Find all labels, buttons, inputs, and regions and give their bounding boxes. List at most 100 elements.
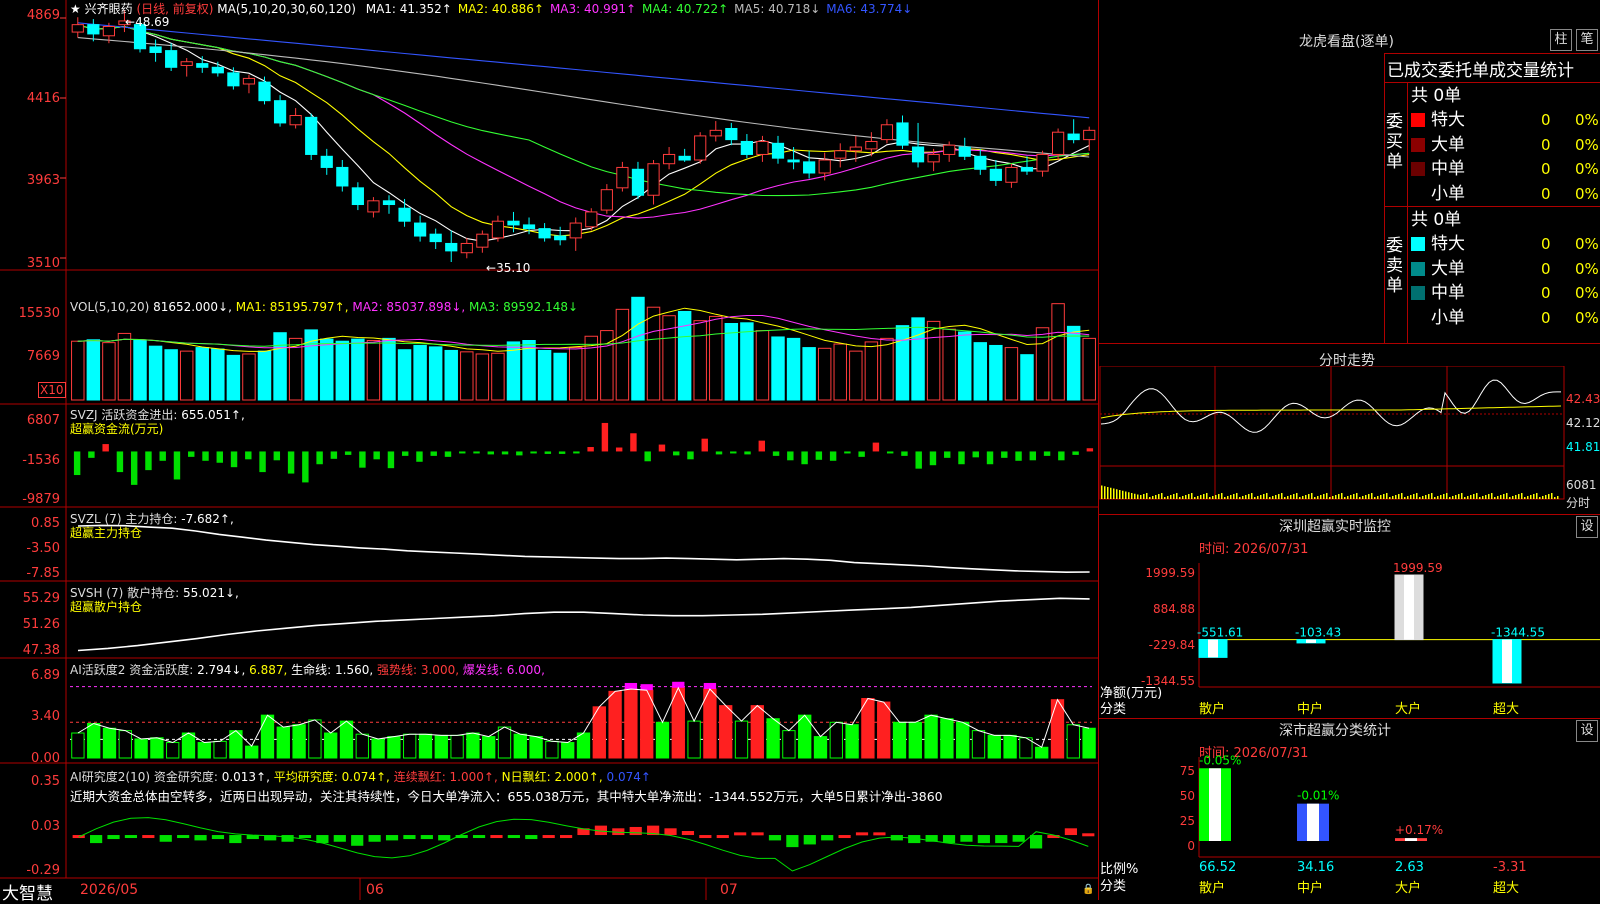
research-bar: [507, 835, 520, 839]
research-bar: [107, 835, 120, 840]
volume-bar: [117, 332, 132, 401]
column-view-button[interactable]: 柱: [1550, 29, 1572, 51]
sell-row: 小单 0 0%: [1411, 306, 1600, 331]
fenshi-vol-bar: [1242, 496, 1244, 499]
row-value: 0: [1541, 284, 1551, 302]
vol-ma2: MA2: 85037.898↓,: [352, 300, 466, 314]
ai-bar: [1066, 724, 1080, 759]
stroke-view-button[interactable]: 笔: [1576, 29, 1598, 51]
szc-value-label: 66.52: [1199, 860, 1236, 875]
szm-category-label: 大户: [1395, 701, 1421, 717]
ai-y-tick: 6.89: [31, 668, 60, 683]
lock-icon[interactable]: 🔒: [1082, 884, 1094, 895]
candle-body: [756, 140, 769, 155]
volume-bar: [864, 341, 879, 401]
ai-bar: [1003, 734, 1017, 759]
fenshi-vol-bar: [1467, 496, 1469, 499]
ma-items: MA1: 41.352↑ MA2: 40.886↑ MA3: 40.991↑ MA4:…: [360, 2, 913, 16]
research-bar: [734, 832, 747, 836]
fenshi-vol-bar: [1338, 494, 1340, 499]
ai-bar: [292, 724, 306, 759]
sell-label: 委卖单: [1386, 236, 1403, 296]
fenshi-vol-bar: [1212, 496, 1214, 499]
research-bar: [960, 835, 973, 842]
volume-bar: [1051, 303, 1065, 401]
research-bar: [403, 835, 416, 840]
volume-bar: [646, 306, 661, 401]
fenshi-vol-bar: [1101, 485, 1103, 499]
fenshi-vol-bar: [1491, 493, 1493, 499]
fenshi-vol-bar: [1518, 494, 1520, 499]
ai-label: AI活跃度2 资金活跃度:: [70, 663, 194, 677]
fenshi-vol-bar: [1167, 496, 1169, 499]
svzj-bar: [673, 451, 680, 456]
fenshi-vol-bar: [1146, 493, 1148, 499]
szm-bar-highlight: [1306, 639, 1316, 643]
ai-bar: [181, 732, 196, 759]
svzj-bar: [886, 451, 894, 454]
candle-body: [943, 144, 956, 155]
ai-bar: [971, 730, 986, 759]
candle-body: [1051, 131, 1065, 155]
volume-bar: [895, 325, 910, 401]
svzj-bar: [972, 451, 979, 458]
fenshi-vol-bar: [1464, 497, 1466, 499]
candle-body: [211, 66, 224, 74]
price-y-tick: 3510: [26, 256, 60, 271]
svzj-bar: [501, 451, 509, 455]
svzj-bar: [601, 422, 609, 452]
volume-bar: [366, 340, 381, 401]
candle-body: [149, 46, 162, 53]
fenshi-panel[interactable]: 分时走势 42.43 42.12 41.81 6081 分时: [1099, 343, 1600, 516]
main-chart-area[interactable]: ★ 兴齐眼药 (日线, 前复权) MA(5,10,20,30,60,120) M…: [0, 0, 1098, 904]
ma-line-5: [77, 24, 1090, 242]
fenshi-vol-bar: [1236, 493, 1238, 499]
volume-bar: [926, 320, 941, 401]
row-value: 0: [1541, 135, 1551, 154]
ai-strong: 强势线: 3.000,: [377, 663, 460, 677]
stock-title[interactable]: 兴齐眼药: [85, 2, 133, 16]
candle-body: [476, 233, 489, 248]
fenshi-vol-bar: [1386, 493, 1388, 499]
candle-body: [678, 155, 691, 161]
price-high-annot: ←48.69: [125, 15, 170, 29]
fenshi-svg[interactable]: [1099, 366, 1600, 516]
research-bar: [351, 835, 364, 846]
research-bar: [768, 835, 782, 841]
research-bar: [142, 835, 155, 839]
fenshi-vol-bar: [1470, 495, 1472, 499]
candle-body: [834, 150, 847, 159]
fenshi-vol-bar: [1392, 496, 1394, 499]
fenshi-vol-bar: [1275, 495, 1277, 499]
ai-v1: 2.794↓,: [197, 663, 246, 677]
ai-bar: [861, 697, 875, 759]
volume-bar: [211, 348, 225, 401]
volume-bar: [833, 343, 847, 401]
fenshi-vol: 6081: [1566, 478, 1597, 492]
volume-bar: [942, 328, 956, 401]
svsh-value: 55.021↓,: [182, 586, 239, 600]
ai-bar: [324, 732, 338, 759]
fenshi-vol-bar: [1248, 494, 1250, 499]
svzj-bar: [929, 451, 937, 466]
research-y-tick: 0.35: [31, 774, 60, 789]
fenshi-vol-bar: [1254, 497, 1256, 499]
buy-row: 小单 0 0%: [1411, 182, 1600, 207]
fenshi-vol-bar: [1500, 495, 1502, 499]
ai-v2: 6.887,: [249, 663, 288, 677]
volume-bar: [802, 347, 816, 401]
fenshi-vol-bar: [1419, 497, 1421, 499]
svzj-bar: [573, 451, 580, 454]
date-tick: 07: [720, 882, 738, 898]
candle-body: [896, 122, 909, 146]
fenshi-vol-bar: [1152, 496, 1154, 499]
dragon-table: 已成交委托单成交量统计 委买单 委卖单 共 0单 特大 0 0% 大单 0 0% 中单 0 0% 小…: [1384, 53, 1600, 344]
svzj-bar: [687, 451, 694, 460]
research-bar: [873, 832, 886, 836]
candle-body: [289, 115, 302, 126]
main-chart-svg[interactable]: [0, 0, 1098, 900]
szc-change-label: -0.01%: [1297, 789, 1339, 803]
candle-body: [227, 72, 240, 87]
fenshi-vol-bar: [1194, 497, 1196, 499]
candle-body: [927, 153, 940, 163]
